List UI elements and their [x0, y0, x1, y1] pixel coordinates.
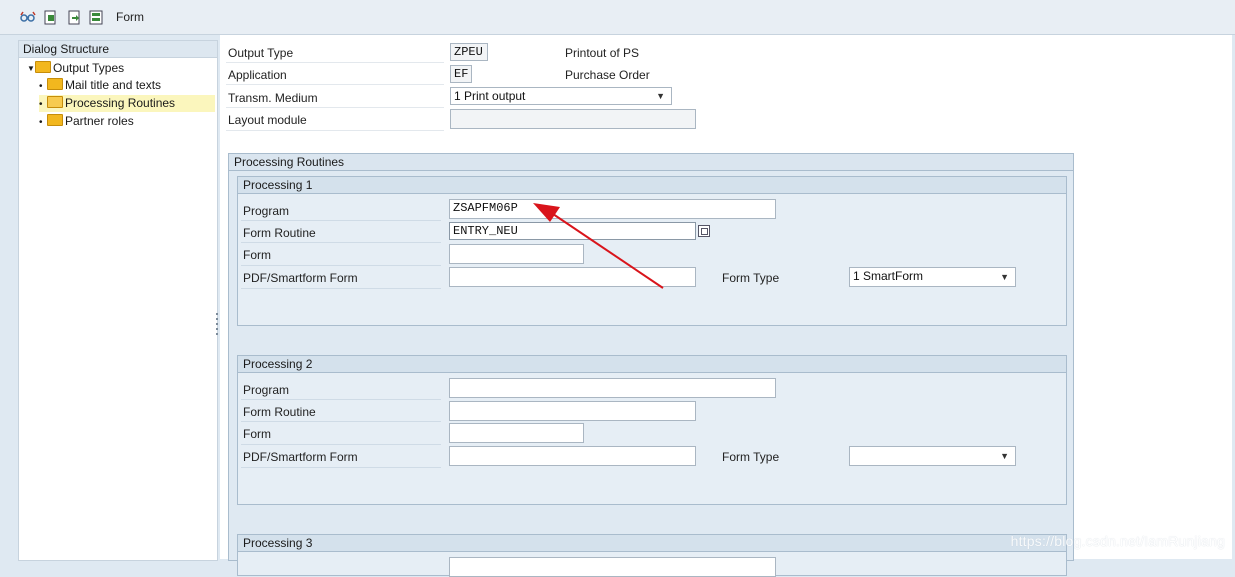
program-label: Program — [243, 383, 290, 397]
transmission-medium-label: Transm. Medium — [228, 91, 318, 105]
output-type-label: Output Type — [228, 46, 294, 60]
tree-item-mail-title-and-texts[interactable]: • Mail title and texts — [39, 77, 161, 94]
form-routine-label: Form Routine — [243, 405, 316, 419]
form-type-value: 1 SmartForm — [853, 269, 924, 283]
tree-item-output-types[interactable]: ▼ Output Types — [27, 60, 124, 77]
tree-item-processing-routines[interactable]: • Processing Routines — [39, 95, 215, 112]
tree-item-label: Mail title and texts — [65, 78, 162, 92]
form-routine-field[interactable] — [449, 401, 696, 421]
program-label: Program — [243, 204, 290, 218]
bullet-icon: • — [39, 117, 43, 128]
folder-icon — [35, 61, 51, 73]
form-field[interactable] — [449, 244, 584, 264]
tree-item-label: Partner roles — [65, 114, 134, 128]
layout-module-field[interactable] — [450, 109, 696, 129]
processing-routines-group: Processing Routines Processing 1 Program… — [228, 153, 1074, 577]
program-field[interactable] — [449, 378, 776, 398]
bullet-icon: • — [39, 99, 43, 110]
tree-item-label: Processing Routines — [65, 96, 176, 110]
output-type-description: Printout of PS — [565, 46, 640, 60]
form-type-select[interactable]: 1 SmartForm ▼ — [849, 267, 1016, 287]
application-label: Application — [228, 68, 287, 82]
value-help-icon[interactable] — [698, 225, 710, 237]
processing-routines-title: Processing Routines — [229, 154, 1073, 171]
expand-triangle-icon[interactable]: ▼ — [27, 60, 35, 77]
chevron-down-icon: ▼ — [656, 91, 665, 101]
application-toolbar: Form — [0, 0, 1235, 35]
processing-3-section: Processing 3 — [237, 534, 1067, 577]
processing-1-section: Processing 1 Program ZSAPFM06P Form Rout… — [237, 176, 1067, 326]
processing-2-title: Processing 2 — [238, 356, 1066, 373]
form-type-label: Form Type — [722, 271, 780, 285]
open-folder-icon — [47, 96, 63, 108]
new-entry-icon[interactable] — [42, 9, 58, 25]
left-border — [0, 35, 10, 559]
toolbar-title: Form — [116, 10, 144, 24]
program-field[interactable] — [449, 557, 776, 577]
application-description: Purchase Order — [565, 68, 650, 82]
chevron-down-icon: ▼ — [1000, 272, 1009, 282]
panel-splitter[interactable] — [215, 310, 219, 340]
output-type-field[interactable]: ZPEU — [450, 43, 488, 61]
main-content: Output Type ZPEU Printout of PS Applicat… — [220, 35, 1235, 577]
transmission-medium-select[interactable]: 1 Print output ▼ — [450, 87, 672, 105]
detail-area: Output Type ZPEU Printout of PS Applicat… — [220, 35, 1232, 577]
form-routine-field[interactable]: ENTRY_NEU — [449, 222, 696, 240]
pdf-smartform-form-label: PDF/Smartform Form — [243, 450, 358, 464]
form-field[interactable] — [449, 423, 584, 443]
tree-item-partner-roles[interactable]: • Partner roles — [39, 113, 134, 130]
watermark: https://blog.csdn.net/IamRunjiang — [1010, 533, 1225, 549]
dialog-structure-panel: Dialog Structure ▼ Output Types • Mail tit… — [18, 40, 218, 561]
glasses-display-icon[interactable] — [20, 9, 36, 25]
program-field[interactable]: ZSAPFM06P — [449, 199, 776, 219]
layout-module-label: Layout module — [228, 113, 307, 127]
dialog-structure-header: Dialog Structure — [19, 41, 217, 58]
copy-entry-icon[interactable] — [66, 9, 82, 25]
form-type-select[interactable]: ▼ — [849, 446, 1016, 466]
processing-2-section: Processing 2 Program Form Routine Form P… — [237, 355, 1067, 505]
form-label: Form — [243, 248, 271, 262]
form-type-label: Form Type — [722, 450, 780, 464]
processing-3-title: Processing 3 — [238, 535, 1066, 552]
bullet-icon: • — [39, 81, 43, 92]
application-field[interactable]: EF — [450, 65, 472, 83]
pdf-smartform-form-label: PDF/Smartform Form — [243, 271, 358, 285]
folder-icon — [47, 78, 63, 90]
tree-item-label: Output Types — [53, 61, 125, 75]
delete-entry-icon[interactable] — [88, 9, 104, 25]
form-routine-label: Form Routine — [243, 226, 316, 240]
folder-icon — [47, 114, 63, 126]
pdf-smartform-form-field[interactable] — [449, 267, 696, 287]
processing-1-title: Processing 1 — [238, 177, 1066, 194]
pdf-smartform-form-field[interactable] — [449, 446, 696, 466]
form-label: Form — [243, 427, 271, 441]
chevron-down-icon: ▼ — [1000, 451, 1009, 461]
transmission-medium-value: 1 Print output — [454, 89, 526, 103]
